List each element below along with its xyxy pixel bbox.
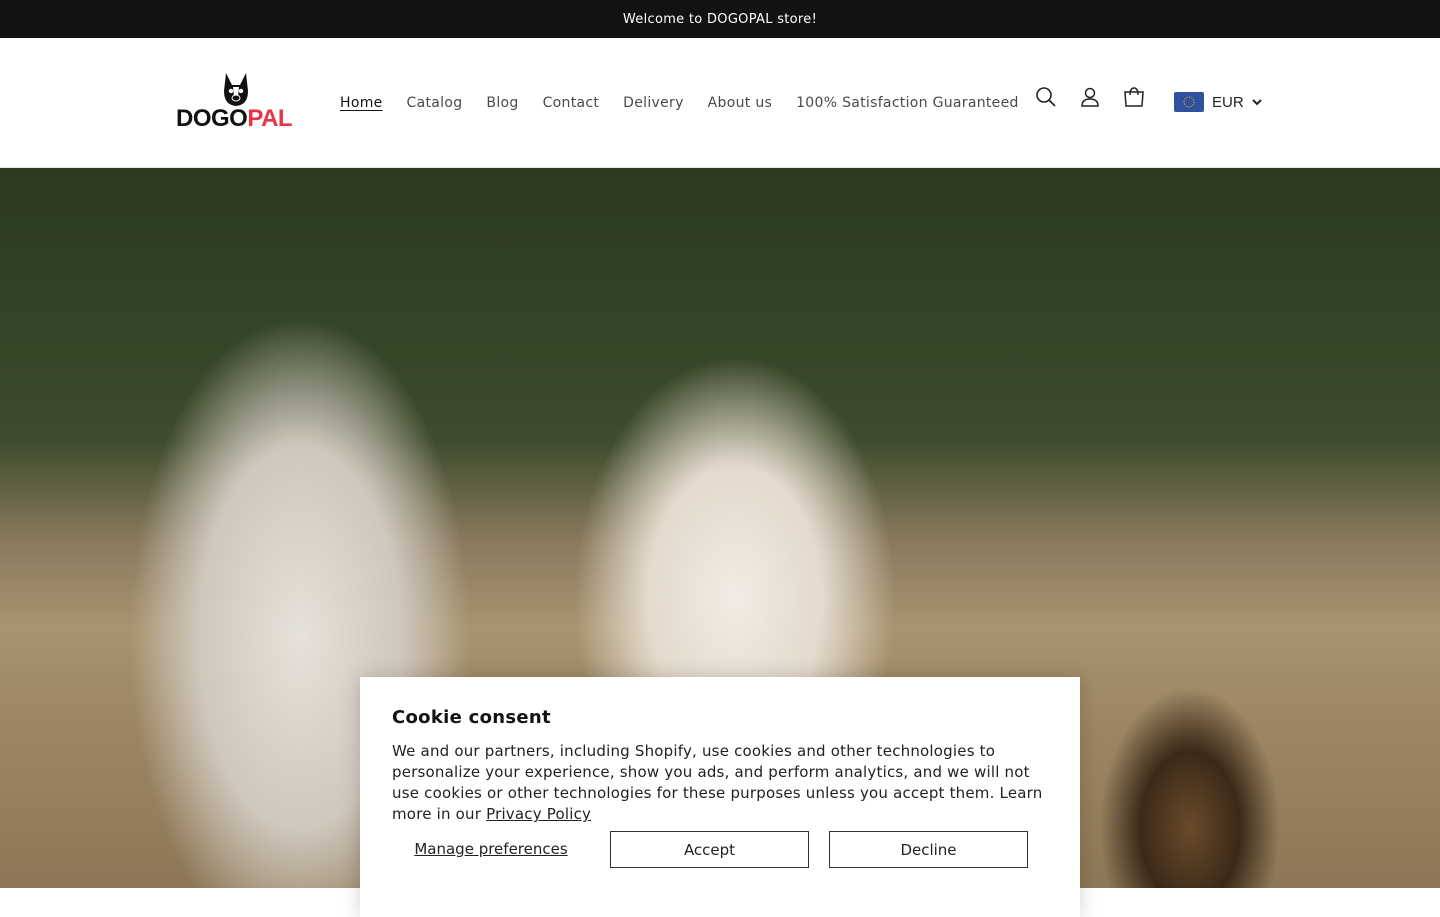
cookie-title: Cookie consent (392, 707, 551, 728)
currency-selector[interactable]: EUR (1174, 92, 1262, 112)
header-icons (1032, 83, 1148, 111)
nav-blog[interactable]: Blog (474, 95, 530, 111)
nav-home[interactable]: Home (328, 95, 395, 111)
account-icon[interactable] (1076, 83, 1104, 111)
nav-catalog[interactable]: Catalog (395, 95, 475, 111)
search-icon[interactable] (1032, 83, 1060, 111)
chevron-down-icon (1251, 99, 1262, 106)
currency-code: EUR (1212, 93, 1244, 111)
cart-icon[interactable] (1120, 83, 1148, 111)
nav-satisfaction-guaranteed[interactable]: 100% Satisfaction Guaranteed (784, 95, 1031, 111)
decline-button[interactable]: Decline (829, 831, 1028, 868)
nav-delivery[interactable]: Delivery (611, 95, 696, 111)
nav-contact[interactable]: Contact (531, 95, 612, 111)
announcement-text: Welcome to DOGOPAL store! (622, 11, 818, 27)
dog-head-logo-icon (224, 73, 248, 106)
manage-preferences-link[interactable]: Manage preferences (392, 831, 590, 867)
announcement-bar: Welcome to DOGOPAL store! (0, 0, 1440, 38)
cookie-consent-dialog: Cookie consent We and our partners, incl… (360, 677, 1080, 917)
nav-about-us[interactable]: About us (696, 95, 784, 111)
accept-button[interactable]: Accept (610, 831, 809, 868)
cookie-body: We and our partners, including Shopify, … (392, 742, 1043, 823)
eu-flag-icon (1174, 92, 1204, 112)
main-nav: Home Catalog Blog Contact Delivery About… (328, 39, 1031, 167)
privacy-policy-link[interactable]: Privacy Policy (486, 805, 591, 823)
logo-wordmark: DOGOPAL (176, 105, 293, 132)
site-header: DOGOPAL Home Catalog Blog Contact Delive… (0, 39, 1440, 168)
store-logo[interactable]: DOGOPAL (176, 71, 296, 133)
